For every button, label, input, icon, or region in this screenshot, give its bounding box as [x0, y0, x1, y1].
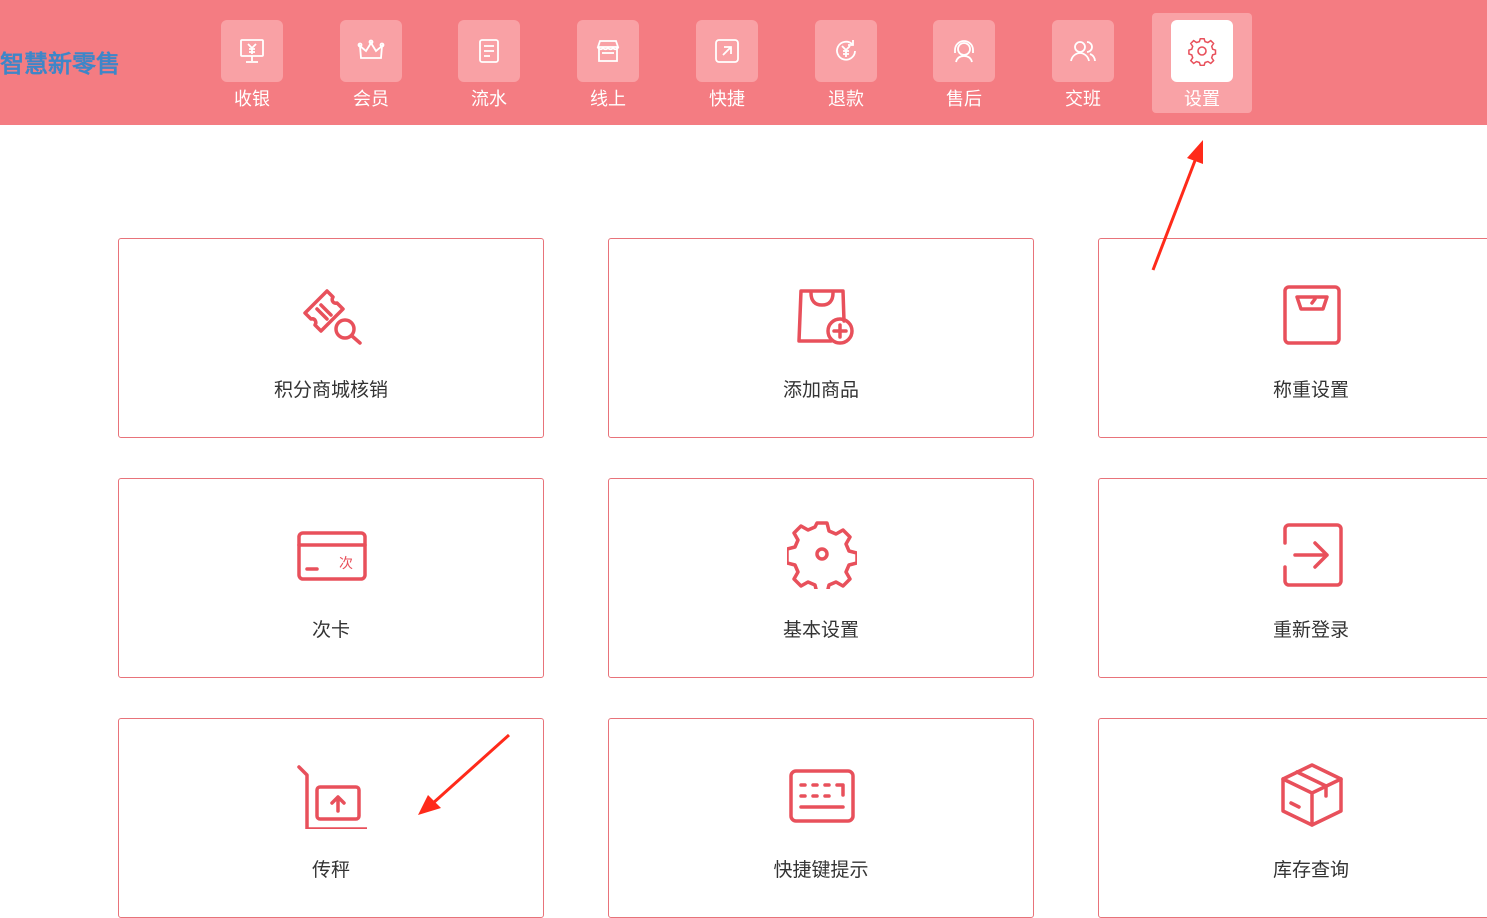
headset-icon: [933, 20, 995, 82]
nav-label: 流水: [471, 89, 507, 110]
card-label: 基本设置: [782, 619, 859, 641]
card-basic-settings[interactable]: 基本设置: [608, 478, 1034, 678]
card-add-product[interactable]: 添加商品: [608, 238, 1034, 438]
card-icon: [297, 519, 367, 589]
card-shortcut-keys[interactable]: 快捷键提示: [608, 718, 1034, 918]
refund-icon: [815, 20, 877, 82]
bag-add-icon: [787, 279, 857, 349]
card-label: 快捷键提示: [773, 859, 869, 881]
card-label: 添加商品: [782, 379, 859, 401]
store-icon: [577, 20, 639, 82]
scale-icon: [1277, 279, 1347, 349]
nav-item-refund[interactable]: 退款: [796, 13, 896, 113]
nav-label: 退款: [828, 89, 864, 110]
nav-label: 线上: [590, 89, 626, 110]
upload-scale-icon: [297, 759, 369, 831]
ticket-search-icon: [297, 279, 367, 349]
login-icon: [1277, 519, 1347, 589]
nav-item-handover[interactable]: 交班: [1033, 13, 1133, 113]
card-label: 重新登录: [1272, 619, 1349, 641]
top-nav-bar: 智慧新零售 收银 会员 流水 线上 快捷 退款 售后 交班 设置: [0, 0, 1487, 125]
shortcut-icon: [696, 20, 758, 82]
gear-icon: [785, 519, 859, 595]
card-label: 积分商城核销: [273, 379, 388, 401]
card-label: 称重设置: [1272, 379, 1349, 401]
nav-item-member[interactable]: 会员: [321, 13, 421, 113]
box-icon: [1277, 759, 1347, 829]
ledger-icon: [458, 20, 520, 82]
nav-item-aftersale[interactable]: 售后: [914, 13, 1014, 113]
nav-label: 快捷: [709, 89, 745, 110]
handover-icon: [1052, 20, 1114, 82]
nav-label: 设置: [1184, 89, 1220, 110]
brand-title: 智慧新零售: [0, 50, 120, 78]
nav-label: 收银: [234, 89, 270, 110]
nav-item-shortcut[interactable]: 快捷: [677, 13, 777, 113]
nav-label: 售后: [946, 89, 982, 110]
card-label: 次卡: [311, 619, 350, 641]
nav-label: 交班: [1065, 89, 1101, 110]
card-count-card[interactable]: 次 次卡: [118, 478, 544, 678]
crown-icon: [340, 20, 402, 82]
card-inventory-query[interactable]: 库存查询: [1098, 718, 1487, 918]
nav-item-cashier[interactable]: 收银: [202, 13, 302, 113]
card-label: 传秤: [311, 859, 350, 881]
card-send-scale[interactable]: 传秤: [118, 718, 544, 918]
card-points-redeem[interactable]: 积分商城核销: [118, 238, 544, 438]
nav-item-settings[interactable]: 设置: [1152, 13, 1252, 113]
nav-item-ledger[interactable]: 流水: [439, 13, 539, 113]
card-label: 库存查询: [1272, 859, 1349, 881]
nav-item-online[interactable]: 线上: [558, 13, 658, 113]
card-weigh-settings[interactable]: 称重设置: [1098, 238, 1487, 438]
card-relogin[interactable]: 重新登录: [1098, 478, 1487, 678]
card-icon-text: 次: [339, 556, 353, 572]
cashier-icon: [221, 20, 283, 82]
keyboard-icon: [787, 759, 857, 829]
gear-icon: [1171, 20, 1233, 82]
nav-label: 会员: [353, 89, 389, 110]
